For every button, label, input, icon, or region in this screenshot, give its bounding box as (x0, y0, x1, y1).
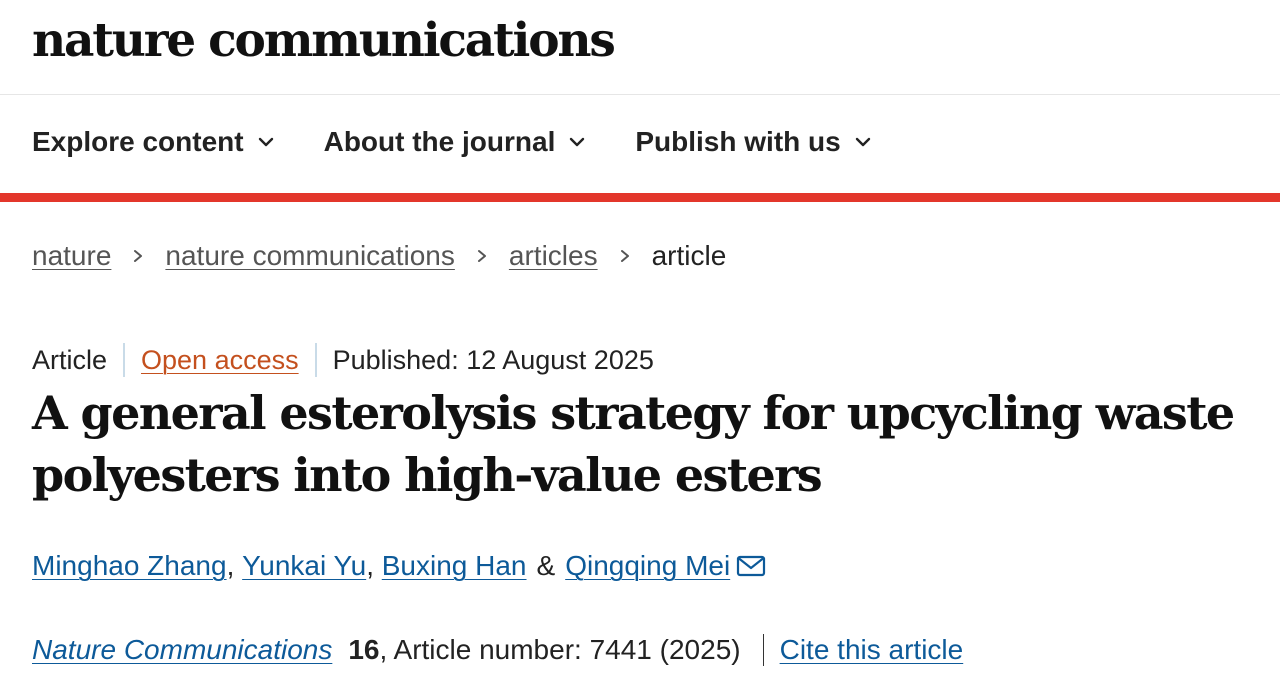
breadcrumb-articles[interactable]: articles (509, 236, 598, 276)
nav-items: Explore content About the journal Publis… (32, 123, 921, 161)
nav-label: Explore content (32, 126, 244, 157)
cite-this-article-link[interactable]: Cite this article (780, 630, 964, 670)
author-link[interactable]: Minghao Zhang (32, 546, 227, 586)
nav-label: About the journal (323, 126, 556, 157)
meta-divider (123, 343, 126, 377)
mail-icon[interactable] (736, 554, 766, 578)
author-list: Minghao Zhang , Yunkai Yu , Buxing Han &… (32, 546, 766, 586)
breadcrumb-current: article (651, 240, 727, 271)
chevron-right-icon (620, 250, 629, 262)
article-meta: Article Open access Published: 12 August… (32, 340, 654, 380)
author-link[interactable]: Qingqing Mei (565, 546, 730, 586)
author-conjunction: & (536, 550, 556, 581)
journal-link[interactable]: Nature Communications (32, 630, 332, 670)
chevron-down-icon (258, 137, 273, 147)
nav-explore-content[interactable]: Explore content (32, 123, 276, 161)
journal-logo[interactable]: nature communications (32, 12, 616, 70)
meta-divider (314, 343, 317, 377)
chevron-right-icon (477, 250, 486, 262)
article-number: , Article number: 7441 (2025) (379, 634, 741, 665)
site-header: nature communications (0, 0, 1280, 95)
nav-about-journal[interactable]: About the journal (324, 123, 588, 161)
citation-line: Nature Communications 16 , Article numbe… (32, 630, 963, 670)
chevron-down-icon (855, 137, 870, 147)
chevron-right-icon (134, 250, 143, 262)
author-separator: , (226, 550, 235, 581)
author-link[interactable]: Yunkai Yu (242, 546, 366, 586)
main-nav: Explore content About the journal Publis… (0, 95, 1280, 193)
breadcrumb-nature[interactable]: nature (32, 236, 111, 276)
chevron-down-icon (570, 137, 585, 147)
article-type: Article (32, 345, 108, 375)
nav-publish-with-us[interactable]: Publish with us (635, 123, 872, 161)
author-link[interactable]: Buxing Han (382, 546, 527, 586)
citation-divider (762, 634, 764, 666)
author-separator: , (366, 550, 374, 581)
open-access-link[interactable]: Open access (141, 340, 299, 380)
breadcrumb: nature nature communications articles ar… (32, 236, 726, 276)
nav-label: Publish with us (635, 126, 841, 157)
accent-rule (0, 193, 1280, 202)
volume-number: 16 (348, 634, 380, 665)
article-title: A general esterolysis strategy for upcyc… (32, 386, 1235, 502)
breadcrumb-nature-communications[interactable]: nature communications (165, 236, 454, 276)
published-date: Published: 12 August 2025 (332, 345, 654, 375)
